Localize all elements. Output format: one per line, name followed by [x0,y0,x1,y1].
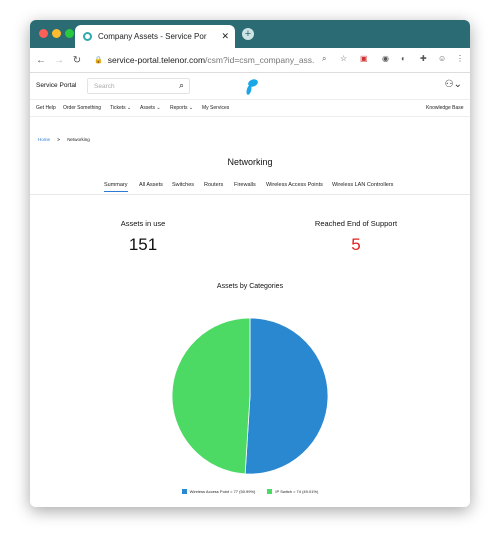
lock-icon: 🔒 [94,57,103,64]
tab-wireless-lan-controllers[interactable]: Wireless LAN Controllers [332,182,393,188]
menu-item-assets[interactable]: Assets ⌄ [140,105,161,111]
tab-switches[interactable]: Switches [172,182,194,188]
legend-label-0: Wireless Access Point = 77 (50.99%) [189,489,256,494]
chart-legend: Wireless Access Point = 77 (50.99%) IP Sw… [30,489,470,495]
legend-label-1: IP Switch = 74 (49.01%) [275,489,319,494]
browser-tab[interactable]: Company Assets - Service Por ✕ [75,25,235,48]
breadcrumb-separator-icon: > [57,137,60,142]
user-menu-icon[interactable]: ⚇⌄ [445,79,462,90]
search-input[interactable]: Search ⌕ [87,78,190,94]
main-menu: Get Help Order Something Tickets ⌄ Asset… [30,100,470,117]
menu-item-my-services[interactable]: My Services [202,105,229,111]
end-of-support-label: Reached End of Support [314,219,398,228]
url-field[interactable]: 🔒 service-portal.telenor.com /csm?id=csm… [94,51,314,69]
maximize-window-button[interactable] [65,29,74,38]
url-host: service-portal.telenor.com [107,55,206,65]
tab-title: Company Assets - Service Por [98,32,207,41]
extension-icon-2[interactable]: ◐ [401,54,406,63]
category-tabs: Summary All Assets Switches Routers Fire… [30,180,470,195]
tab-wireless-access-points[interactable]: Wireless Access Points [266,182,323,188]
reload-icon[interactable]: ↻ [70,55,84,66]
breadcrumb-current: Networking [67,137,90,142]
legend-swatch-1 [267,489,273,495]
profile-avatar-icon[interactable]: ☺ [438,54,446,63]
menu-item-get-help[interactable]: Get Help [36,105,56,111]
search-icon[interactable]: ⌕ [179,80,184,91]
legend-item-1[interactable]: IP Switch = 74 (49.01%) [267,489,319,495]
legend-swatch-0 [181,489,187,495]
menu-item-reports[interactable]: Reports ⌄ [170,105,193,111]
assets-in-use-label: Assets in use [120,219,166,228]
pie-slice-1[interactable] [171,317,251,475]
menu-item-order-something[interactable]: Order Something [63,105,101,111]
breadcrumb: Home > Networking [38,137,90,142]
new-tab-button[interactable]: + [242,28,254,40]
address-bar: ← → ↻ 🔒 service-portal.telenor.com /csm?… [30,48,470,73]
tab-favicon-icon [83,32,92,41]
bookmark-star-icon[interactable]: ☆ [340,54,347,63]
browser-titlebar: Company Assets - Service Por ✕ + [30,20,470,48]
menu-item-knowledge-base[interactable]: Knowledge Base [426,105,464,111]
site-header: Service Portal Search ⌕ ⚇⌄ [30,73,470,100]
search-placeholder: Search [94,82,115,90]
browser-window: Company Assets - Service Por ✕ + ← → ↻ 🔒… [30,20,470,507]
extension-icon[interactable]: ◉ [382,54,389,63]
assets-in-use-value[interactable]: 151 [63,235,223,255]
tab-firewalls[interactable]: Firewalls [234,182,256,188]
extension-badge-icon[interactable]: ▣ [360,54,368,63]
puzzle-icon[interactable]: ✚ [420,54,427,63]
forward-icon[interactable]: → [52,55,66,66]
legend-item-0[interactable]: Wireless Access Point = 77 (50.99%) [181,489,256,495]
pie-slice-0[interactable] [244,317,329,475]
tab-summary[interactable]: Summary [104,182,128,192]
end-of-support-value[interactable]: 5 [276,235,436,255]
page-content: Service Portal Search ⌕ ⚇⌄ Get Help Orde… [30,73,470,507]
tab-routers[interactable]: Routers [204,182,223,188]
site-brand[interactable]: Service Portal [36,82,76,89]
zoom-icon[interactable]: ⌕ [322,54,326,64]
url-path: /csm?id=csm_company_ass... [205,55,314,65]
page-title: Networking [227,157,273,167]
menu-item-tickets[interactable]: Tickets ⌄ [110,105,131,111]
minimize-window-button[interactable] [52,29,61,38]
close-icon[interactable]: ✕ [221,31,229,42]
back-icon[interactable]: ← [34,55,48,66]
chart-title: Assets by Categories [216,283,284,290]
telenor-logo-icon[interactable] [240,78,260,96]
kebab-menu-icon[interactable]: ⋮ [456,54,464,63]
close-window-button[interactable] [39,29,48,38]
assets-pie-chart [171,317,329,475]
breadcrumb-home[interactable]: Home [38,137,50,142]
tab-all-assets[interactable]: All Assets [139,182,163,188]
